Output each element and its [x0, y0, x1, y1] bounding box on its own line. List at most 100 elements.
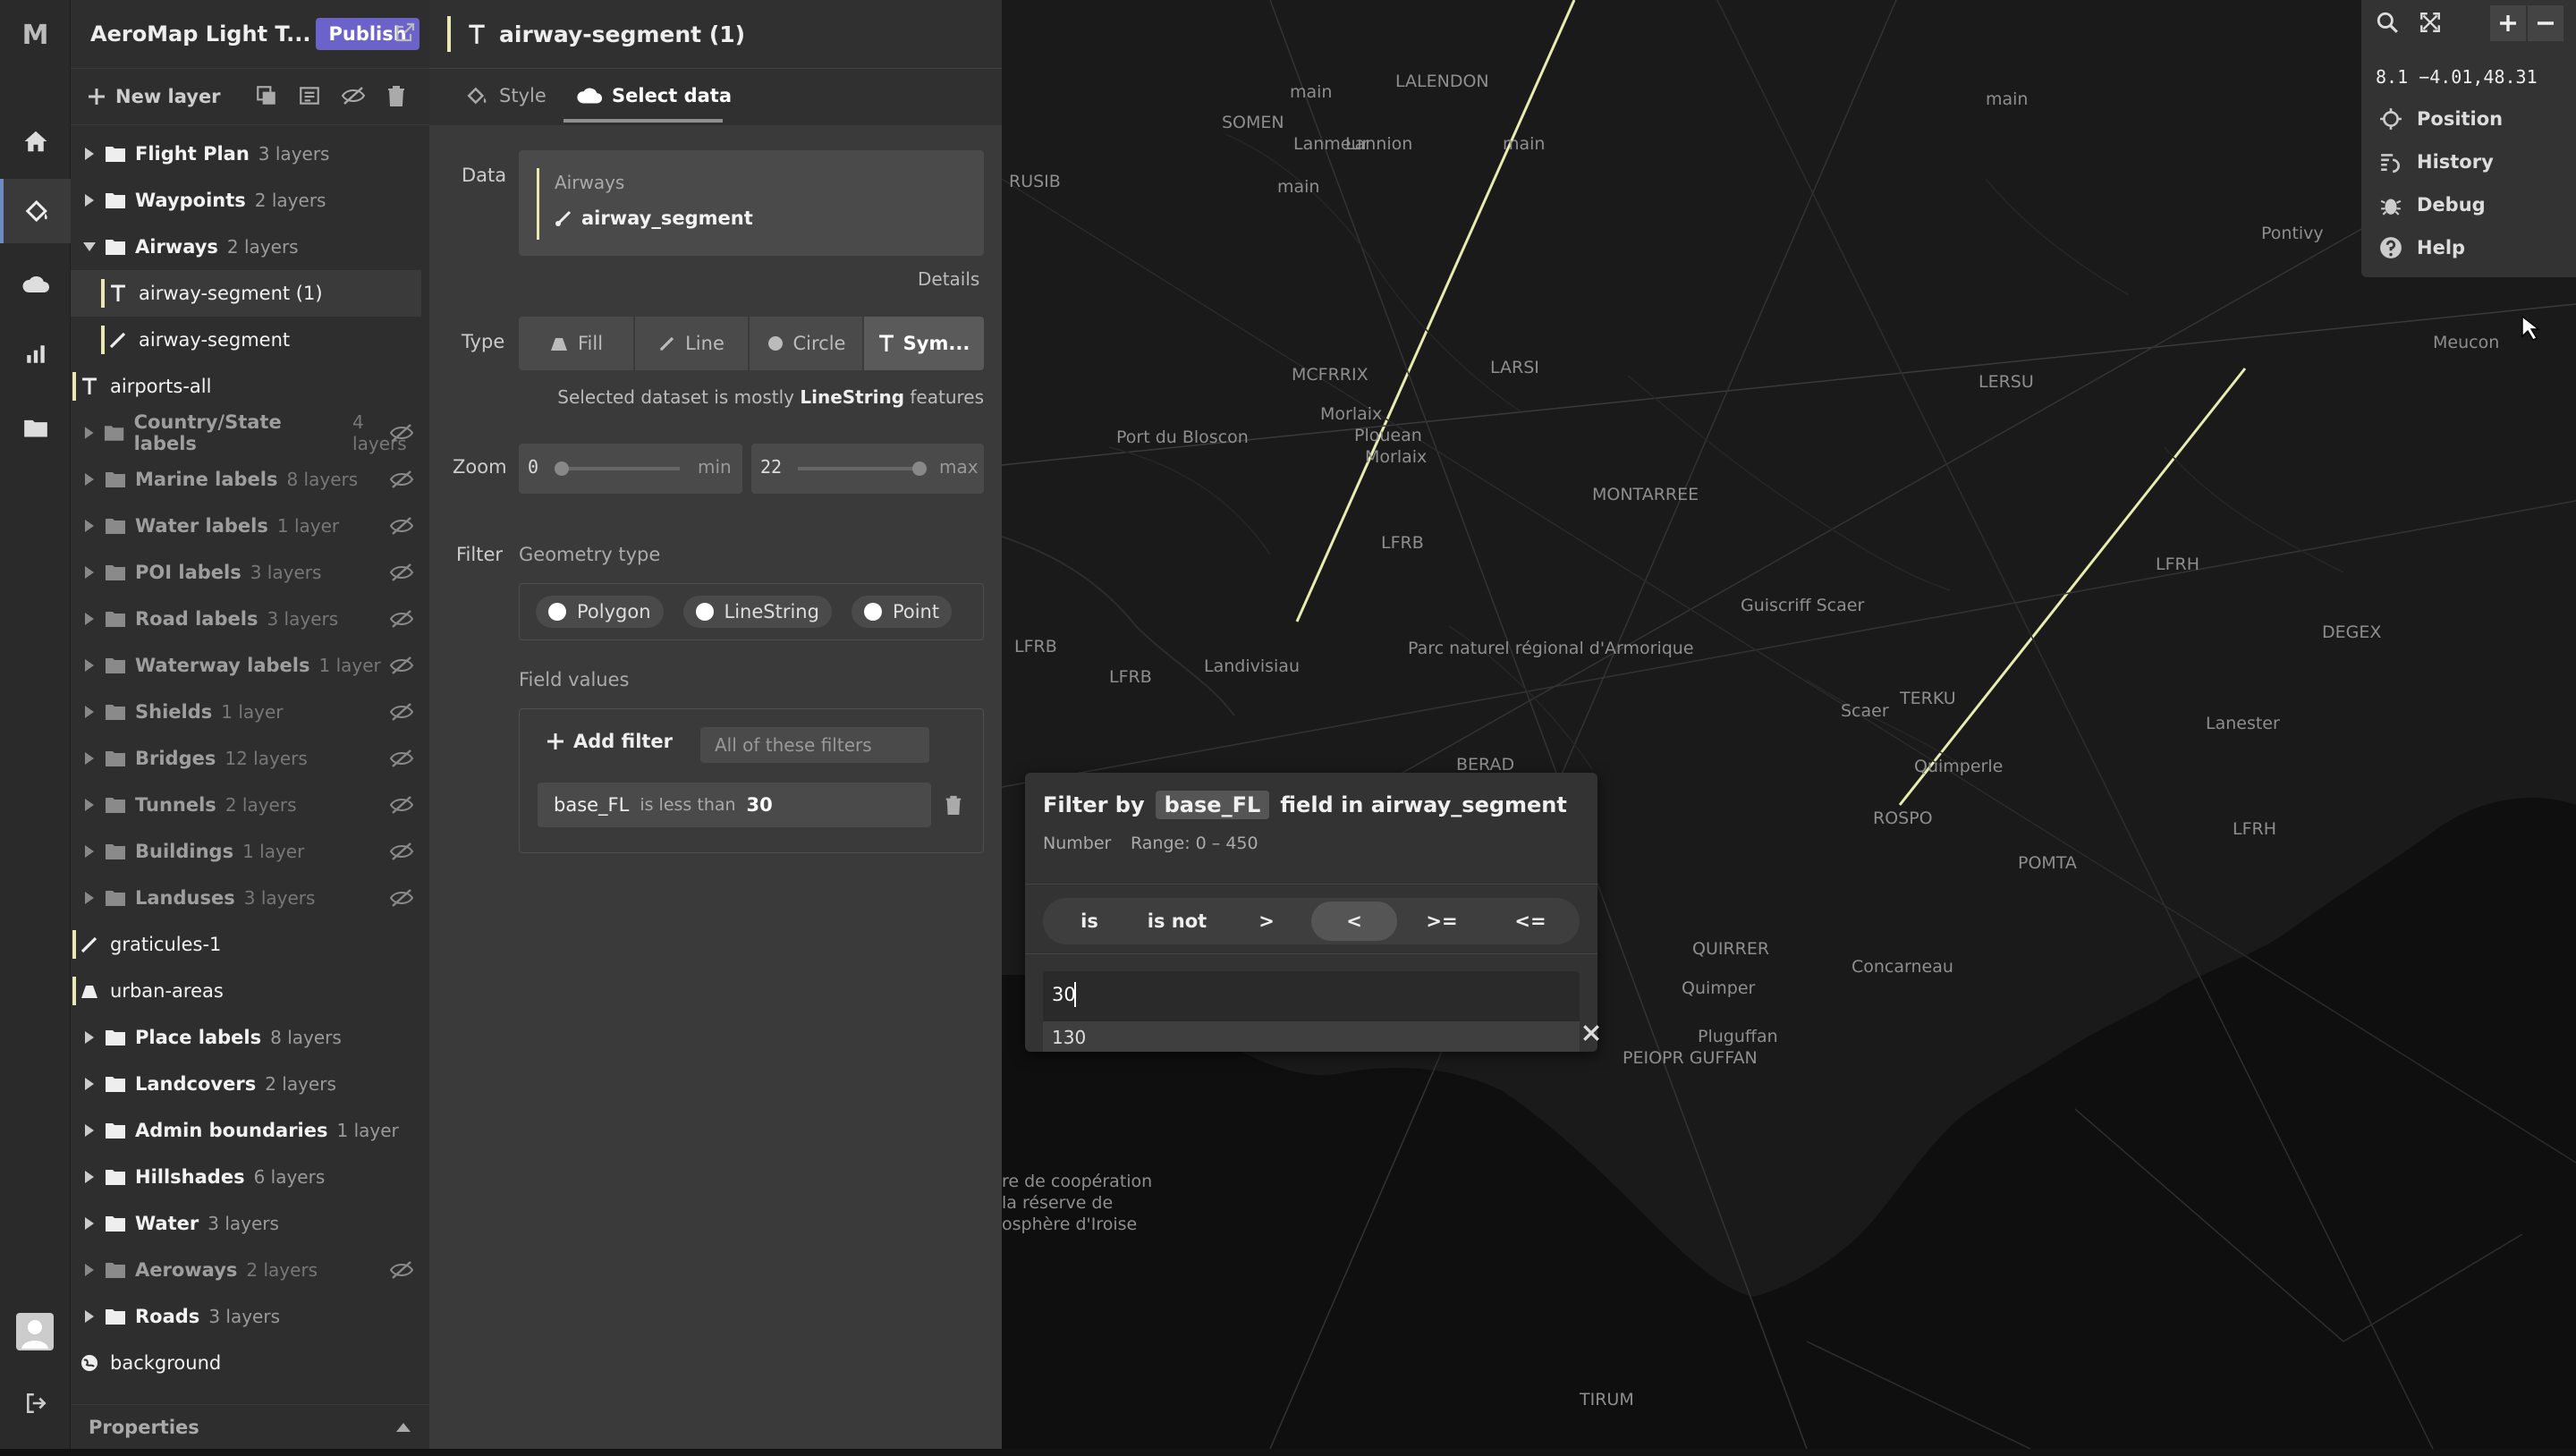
- layer-row[interactable]: Bridges 12 layers: [71, 735, 421, 782]
- chevron-right-icon[interactable]: [81, 1122, 97, 1139]
- chevron-right-icon[interactable]: [81, 1262, 97, 1278]
- add-filter-button[interactable]: Add filter: [547, 731, 673, 752]
- match-mode-select[interactable]: All of these filters: [700, 727, 929, 763]
- chevron-right-icon[interactable]: [81, 1169, 97, 1185]
- chevron-right-icon[interactable]: [81, 146, 97, 162]
- cloud-icon[interactable]: [0, 252, 71, 317]
- chart-icon[interactable]: [0, 322, 71, 386]
- hidden-eye-icon[interactable]: [389, 515, 414, 537]
- hidden-eye-icon[interactable]: [389, 562, 414, 583]
- tab-style[interactable]: Style: [465, 85, 547, 106]
- delete-filter-icon[interactable]: [944, 793, 963, 820]
- layer-row[interactable]: urban-areas: [71, 968, 421, 1014]
- layer-row[interactable]: Flight Plan 3 layers: [71, 131, 421, 177]
- layer-row[interactable]: graticules-1: [71, 921, 421, 968]
- hidden-eye-icon[interactable]: [389, 608, 414, 630]
- layer-row[interactable]: Tunnels 2 layers: [71, 782, 421, 828]
- hidden-eye-icon[interactable]: [389, 655, 414, 676]
- chevron-right-icon[interactable]: [81, 1076, 97, 1092]
- close-icon[interactable]: [1581, 1023, 1601, 1046]
- paint-icon[interactable]: [0, 179, 71, 243]
- layer-row[interactable]: airports-all: [71, 363, 421, 410]
- zoom-max-slider[interactable]: 22 max: [751, 444, 984, 494]
- type-circle-button[interactable]: Circle: [750, 317, 862, 370]
- properties-bar[interactable]: Properties: [71, 1404, 429, 1449]
- folder-icon[interactable]: [0, 395, 71, 460]
- chevron-right-icon[interactable]: [81, 564, 97, 580]
- operator-is[interactable]: is: [1046, 902, 1132, 941]
- hide-icon[interactable]: [341, 84, 368, 111]
- operator-greater-equal[interactable]: >=: [1399, 902, 1485, 941]
- geometry-polygon-toggle[interactable]: Polygon: [536, 596, 664, 628]
- layer-row[interactable]: Roads 3 layers: [71, 1293, 421, 1340]
- operator-less-equal[interactable]: <=: [1487, 902, 1574, 941]
- zoom-out-button[interactable]: [2528, 5, 2563, 41]
- chevron-right-icon[interactable]: [81, 1029, 97, 1045]
- hidden-eye-icon[interactable]: [389, 841, 414, 862]
- group-icon[interactable]: [298, 84, 325, 111]
- type-fill-button[interactable]: Fill: [519, 317, 633, 370]
- app-logo[interactable]: M: [0, 20, 71, 51]
- hidden-eye-icon[interactable]: [389, 887, 414, 909]
- external-link-icon[interactable]: [394, 21, 416, 47]
- chevron-right-icon[interactable]: [81, 797, 97, 813]
- layer-row[interactable]: Place labels 8 layers: [71, 1014, 421, 1061]
- duplicate-icon[interactable]: [255, 84, 282, 111]
- layer-row[interactable]: Waypoints 2 layers: [71, 177, 421, 224]
- geometry-linestring-toggle[interactable]: LineString: [682, 596, 832, 628]
- layer-row[interactable]: Road labels 3 layers: [71, 596, 421, 642]
- chevron-up-icon[interactable]: [394, 1419, 412, 1434]
- home-icon[interactable]: [0, 109, 71, 174]
- layer-row[interactable]: Water 3 layers: [71, 1200, 421, 1247]
- operator-less[interactable]: <: [1311, 902, 1397, 941]
- layer-row[interactable]: background: [71, 1340, 421, 1386]
- zoom-in-button[interactable]: [2490, 5, 2526, 41]
- avatar[interactable]: [16, 1313, 54, 1350]
- hidden-eye-icon[interactable]: [389, 422, 414, 444]
- hidden-eye-icon[interactable]: [389, 469, 414, 490]
- fullscreen-icon[interactable]: [2419, 11, 2442, 38]
- chevron-right-icon[interactable]: [81, 611, 97, 627]
- layer-row[interactable]: Landcovers 2 layers: [71, 1061, 421, 1107]
- layer-row[interactable]: airway-segment (1): [71, 270, 421, 317]
- hidden-eye-icon[interactable]: [389, 794, 414, 816]
- chevron-right-icon[interactable]: [81, 843, 97, 859]
- operator-is-not[interactable]: is not: [1132, 902, 1222, 941]
- position-menu-item[interactable]: Position: [2379, 107, 2503, 131]
- new-layer-button[interactable]: New layer: [87, 86, 221, 107]
- layer-row[interactable]: Airways 2 layers: [71, 224, 421, 270]
- chevron-right-icon[interactable]: [81, 890, 97, 906]
- layer-row[interactable]: Aeroways 2 layers: [71, 1247, 421, 1293]
- value-input[interactable]: 30: [1043, 971, 1580, 1021]
- geometry-point-toggle[interactable]: Point: [851, 596, 953, 628]
- project-title[interactable]: AeroMap Light T...: [90, 21, 310, 47]
- search-icon[interactable]: [2376, 11, 2399, 38]
- layer-row[interactable]: Landuses 3 layers: [71, 875, 421, 921]
- layer-row[interactable]: Water labels 1 layer: [71, 503, 421, 549]
- zoom-min-thumb[interactable]: [555, 461, 569, 476]
- chevron-right-icon[interactable]: [81, 1308, 97, 1325]
- chevron-right-icon[interactable]: [81, 425, 97, 441]
- layer-row[interactable]: Admin boundaries 1 layer: [71, 1107, 421, 1154]
- layer-row[interactable]: Shields 1 layer: [71, 689, 421, 735]
- data-source-box[interactable]: Airways airway_segment: [519, 150, 984, 256]
- suggestion-item[interactable]: 130: [1043, 1021, 1580, 1052]
- hidden-eye-icon[interactable]: [389, 1259, 414, 1281]
- layer-row[interactable]: airway-segment: [71, 317, 421, 363]
- zoom-min-track[interactable]: [555, 467, 680, 470]
- zoom-max-track[interactable]: [798, 467, 923, 470]
- operator-greater[interactable]: >: [1224, 902, 1309, 941]
- zoom-min-slider[interactable]: 0 min: [519, 444, 742, 494]
- chevron-right-icon[interactable]: [81, 518, 97, 534]
- layer-row[interactable]: POI labels 3 layers: [71, 549, 421, 596]
- chevron-right-icon[interactable]: [81, 1215, 97, 1232]
- layer-title[interactable]: airway-segment (1): [499, 21, 745, 47]
- chevron-down-icon[interactable]: [81, 239, 97, 255]
- details-link[interactable]: Details: [918, 268, 979, 290]
- logout-icon[interactable]: [23, 1392, 48, 1418]
- debug-menu-item[interactable]: Debug: [2379, 193, 2486, 216]
- layer-row[interactable]: Buildings 1 layer: [71, 828, 421, 875]
- filter-chip[interactable]: base_FL is less than 30: [538, 783, 931, 827]
- hidden-eye-icon[interactable]: [389, 701, 414, 723]
- tab-select-data[interactable]: Select data: [576, 85, 732, 106]
